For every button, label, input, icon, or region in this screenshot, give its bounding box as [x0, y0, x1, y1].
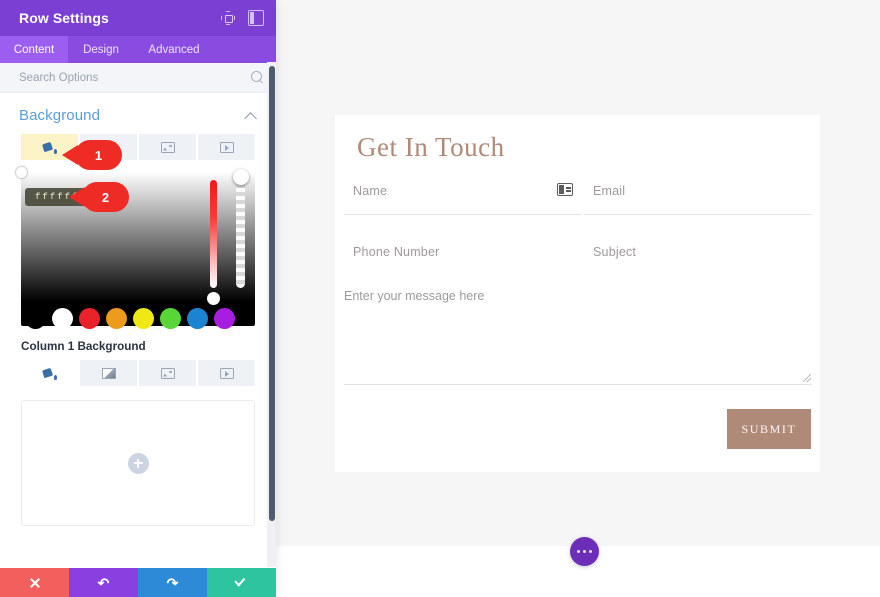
background-image-tab[interactable]	[139, 134, 196, 160]
search-options-row	[0, 63, 276, 93]
swatch-orange[interactable]	[106, 307, 127, 329]
swatch-black[interactable]	[25, 307, 46, 329]
plus-icon[interactable]	[127, 452, 149, 474]
email-field-placeholder: Email	[593, 184, 626, 198]
search-input[interactable]	[19, 71, 251, 84]
column-background-gradient-tab[interactable]	[80, 360, 137, 386]
background-section-header[interactable]: Background	[0, 93, 276, 134]
undo-button[interactable]: ↶	[69, 568, 138, 597]
background-video-tab[interactable]	[198, 134, 255, 160]
screen-root: Get In Touch Name Email Phone Number Sub…	[0, 0, 880, 597]
email-field[interactable]: Email	[584, 171, 812, 215]
background-type-tabs	[21, 134, 255, 160]
color-picker-handle[interactable]	[16, 167, 27, 178]
subject-field-placeholder: Subject	[593, 245, 637, 259]
cancel-button[interactable]	[0, 568, 69, 597]
callout-pin-2: 2	[69, 182, 129, 212]
video-icon	[219, 141, 234, 153]
callout-pin-1: 1	[62, 140, 122, 170]
submit-button[interactable]: SUBMIT	[727, 409, 811, 449]
panel-header-actions	[220, 10, 264, 26]
contact-form-card: Get In Touch Name Email Phone Number Sub…	[335, 115, 820, 472]
swatch-white[interactable]	[52, 307, 73, 329]
chevron-up-icon[interactable]	[245, 110, 257, 122]
search-icon[interactable]	[251, 71, 264, 84]
redo-arrow-icon: ↷	[166, 574, 179, 591]
panel-footer: ↶ ↷	[0, 568, 276, 597]
panel-scrollbar-thumb[interactable]	[269, 66, 275, 521]
alpha-slider[interactable]	[236, 180, 245, 288]
page-canvas: Get In Touch Name Email Phone Number Sub…	[276, 0, 880, 597]
panel-body: Background Column 1 Background	[0, 93, 276, 560]
redo-button[interactable]: ↷	[138, 568, 207, 597]
image-icon	[160, 141, 175, 153]
column1-background-type-tabs	[21, 360, 255, 386]
panel-title: Row Settings	[19, 10, 109, 26]
tab-advanced[interactable]: Advanced	[134, 36, 214, 63]
contact-card-icon[interactable]	[557, 183, 573, 196]
gradient-icon	[101, 367, 116, 379]
swatch-yellow[interactable]	[133, 307, 154, 329]
swatch-purple[interactable]	[214, 307, 235, 329]
swatch-green[interactable]	[160, 307, 181, 329]
tab-content[interactable]: Content	[0, 36, 68, 63]
color-swatches	[21, 302, 255, 329]
check-icon	[234, 576, 249, 589]
form-title: Get In Touch	[357, 132, 505, 162]
panel-header: Row Settings	[0, 0, 276, 36]
paint-bucket-icon	[43, 141, 57, 154]
page-settings-fab[interactable]	[570, 537, 599, 566]
add-background-button[interactable]	[127, 452, 149, 474]
close-icon	[28, 576, 42, 590]
hue-slider-handle[interactable]	[207, 292, 220, 305]
hue-slider[interactable]	[210, 180, 217, 288]
message-textarea[interactable]: Enter your message here	[344, 275, 812, 385]
column-background-color-tab[interactable]	[21, 360, 78, 386]
phone-field[interactable]: Phone Number	[344, 232, 581, 276]
undo-arrow-icon: ↶	[97, 574, 110, 591]
phone-field-placeholder: Phone Number	[353, 245, 440, 259]
tab-design[interactable]: Design	[68, 36, 134, 63]
swatch-blue[interactable]	[187, 307, 208, 329]
column1-background-dropzone[interactable]	[21, 400, 255, 526]
message-placeholder: Enter your message here	[344, 289, 485, 303]
save-button[interactable]	[207, 568, 276, 597]
expand-icon[interactable]	[220, 10, 236, 26]
video-icon	[219, 367, 234, 379]
ellipsis-icon-dot	[588, 549, 592, 554]
alpha-slider-handle[interactable]	[233, 169, 249, 185]
layout-toggle-icon[interactable]	[248, 10, 264, 26]
image-icon	[160, 367, 175, 379]
paint-bucket-icon	[43, 367, 57, 380]
textarea-resize-handle[interactable]	[803, 374, 811, 382]
panel-tabs: Content Design Advanced	[0, 36, 276, 63]
ellipsis-icon-dot	[577, 549, 581, 554]
swatch-red[interactable]	[79, 307, 100, 329]
subject-field[interactable]: Subject	[584, 232, 812, 276]
row-settings-panel: Row Settings Content Design Advanced Bac…	[0, 0, 276, 597]
column-background-video-tab[interactable]	[198, 360, 255, 386]
column-background-image-tab[interactable]	[139, 360, 196, 386]
name-field[interactable]: Name	[344, 171, 581, 215]
background-section-title: Background	[19, 107, 101, 124]
column1-background-label: Column 1 Background	[21, 340, 146, 353]
ellipsis-icon-dot	[582, 549, 587, 554]
name-field-placeholder: Name	[353, 184, 388, 198]
